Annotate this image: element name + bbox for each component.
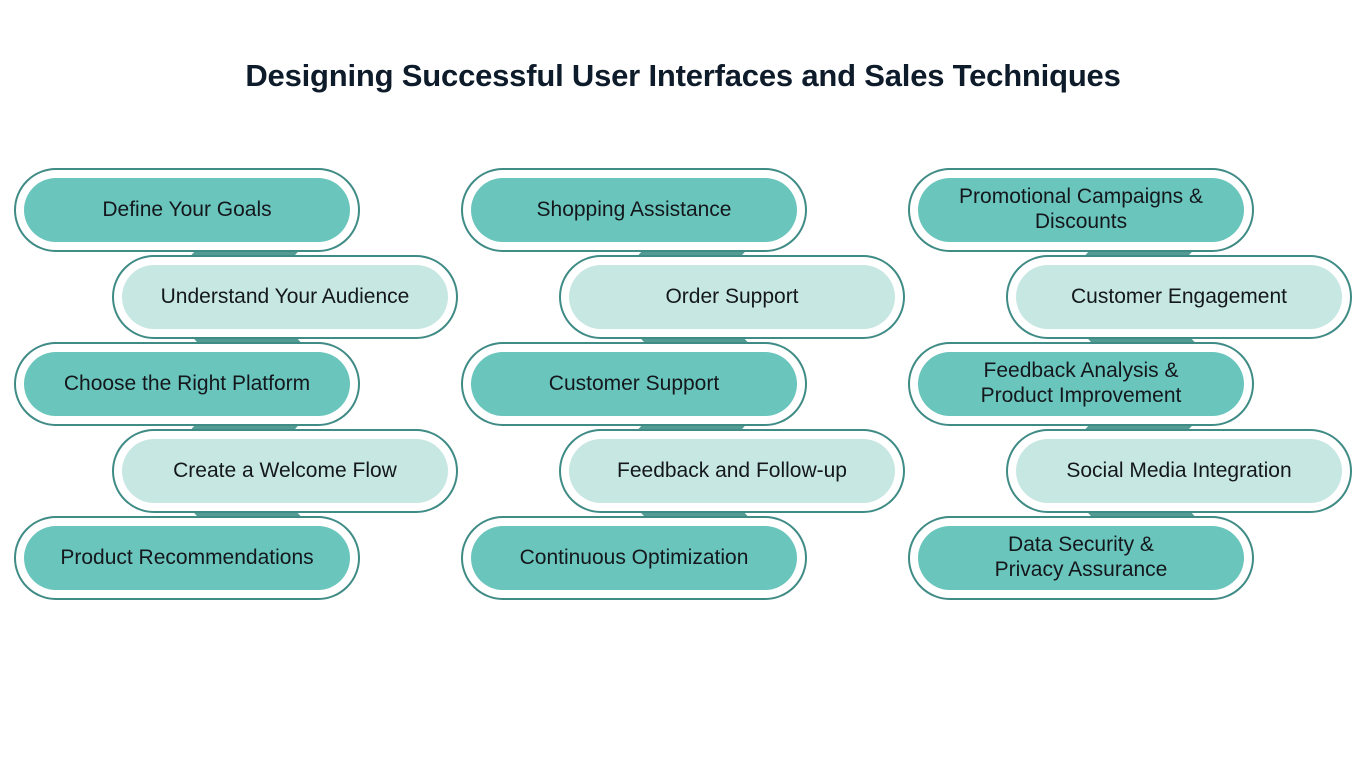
step-pill[interactable]: Shopping Assistance bbox=[471, 178, 797, 242]
step-label: Order Support bbox=[665, 284, 799, 308]
process-column: Shopping Assistance Order Support Customer… bbox=[461, 168, 921, 600]
process-step[interactable]: Feedback Analysis & Product Improvement bbox=[908, 342, 1254, 426]
process-step[interactable]: Shopping Assistance bbox=[461, 168, 807, 252]
step-label: Promotional Campaigns & Discounts bbox=[959, 185, 1203, 233]
process-step[interactable]: Define Your Goals bbox=[14, 168, 360, 252]
step-label: Customer Support bbox=[548, 371, 720, 395]
step-label: Define Your Goals bbox=[102, 197, 272, 221]
step-label: Customer Engagement bbox=[1071, 284, 1287, 308]
step-pill[interactable]: Define Your Goals bbox=[24, 178, 350, 242]
step-label: Create a Welcome Flow bbox=[173, 458, 397, 482]
process-step[interactable]: Feedback and Follow-up bbox=[559, 429, 905, 513]
step-label: Feedback and Follow-up bbox=[617, 458, 847, 482]
process-step[interactable]: Create a Welcome Flow bbox=[112, 429, 458, 513]
step-pill[interactable]: Data Security & Privacy Assurance bbox=[918, 526, 1244, 590]
process-step[interactable]: Product Recommendations bbox=[14, 516, 360, 600]
step-pill[interactable]: Continuous Optimization bbox=[471, 526, 797, 590]
step-pill[interactable]: Create a Welcome Flow bbox=[122, 439, 448, 503]
step-label: Continuous Optimization bbox=[519, 545, 749, 569]
step-pill[interactable]: Feedback Analysis & Product Improvement bbox=[918, 352, 1244, 416]
process-step[interactable]: Promotional Campaigns & Discounts bbox=[908, 168, 1254, 252]
process-step[interactable]: Understand Your Audience bbox=[112, 255, 458, 339]
process-step[interactable]: Customer Engagement bbox=[1006, 255, 1352, 339]
step-label: Product Recommendations bbox=[60, 545, 314, 569]
step-pill[interactable]: Customer Support bbox=[471, 352, 797, 416]
process-step[interactable]: Customer Support bbox=[461, 342, 807, 426]
step-label: Choose the Right Platform bbox=[63, 371, 311, 395]
step-label: Understand Your Audience bbox=[160, 284, 410, 308]
step-label: Social Media Integration bbox=[1066, 458, 1292, 482]
process-column: Promotional Campaigns & Discounts Custome… bbox=[908, 168, 1366, 600]
step-pill[interactable]: Choose the Right Platform bbox=[24, 352, 350, 416]
process-step[interactable]: Social Media Integration bbox=[1006, 429, 1352, 513]
step-pill[interactable]: Promotional Campaigns & Discounts bbox=[918, 178, 1244, 242]
step-pill[interactable]: Understand Your Audience bbox=[122, 265, 448, 329]
step-pill[interactable]: Product Recommendations bbox=[24, 526, 350, 590]
step-pill[interactable]: Customer Engagement bbox=[1016, 265, 1342, 329]
step-pill[interactable]: Order Support bbox=[569, 265, 895, 329]
process-step[interactable]: Continuous Optimization bbox=[461, 516, 807, 600]
step-label: Data Security & Privacy Assurance bbox=[994, 533, 1168, 581]
step-label: Feedback Analysis & Product Improvement bbox=[980, 359, 1182, 407]
step-pill[interactable]: Social Media Integration bbox=[1016, 439, 1342, 503]
process-step[interactable]: Choose the Right Platform bbox=[14, 342, 360, 426]
step-label: Shopping Assistance bbox=[536, 197, 732, 221]
process-step[interactable]: Data Security & Privacy Assurance bbox=[908, 516, 1254, 600]
process-column: Define Your Goals Understand Your Audienc… bbox=[14, 168, 474, 600]
process-diagram: Define Your Goals Understand Your Audienc… bbox=[0, 0, 1366, 768]
step-pill[interactable]: Feedback and Follow-up bbox=[569, 439, 895, 503]
process-step[interactable]: Order Support bbox=[559, 255, 905, 339]
